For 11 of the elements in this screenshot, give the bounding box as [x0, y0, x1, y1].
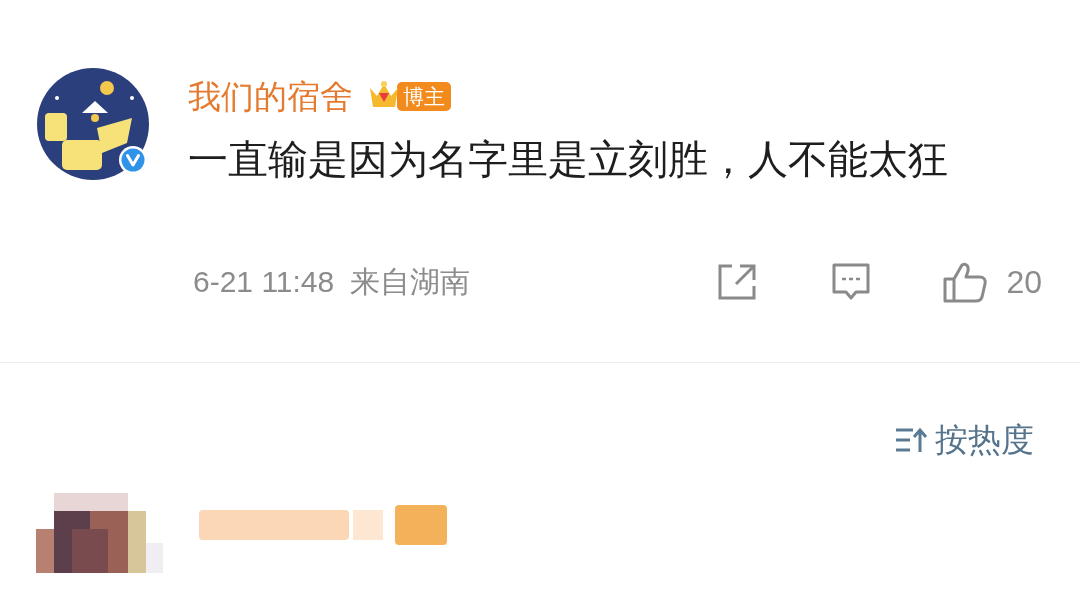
- author-name[interactable]: 我们的宿舍: [188, 79, 353, 113]
- comment-icon[interactable]: [830, 262, 873, 302]
- post-time: 6-21 11:48: [193, 267, 335, 297]
- blogger-badge: 博主: [397, 81, 451, 111]
- like-icon[interactable]: [942, 260, 989, 304]
- post-text: 一直输是因为名字里是立刻胜，人不能太狂: [188, 139, 948, 179]
- sort-icon: [895, 425, 929, 454]
- sort-button[interactable]: 按热度: [895, 423, 1034, 456]
- post-source: 来自湖南: [350, 267, 471, 297]
- share-icon[interactable]: [716, 263, 759, 301]
- like-count: 20: [1006, 266, 1042, 298]
